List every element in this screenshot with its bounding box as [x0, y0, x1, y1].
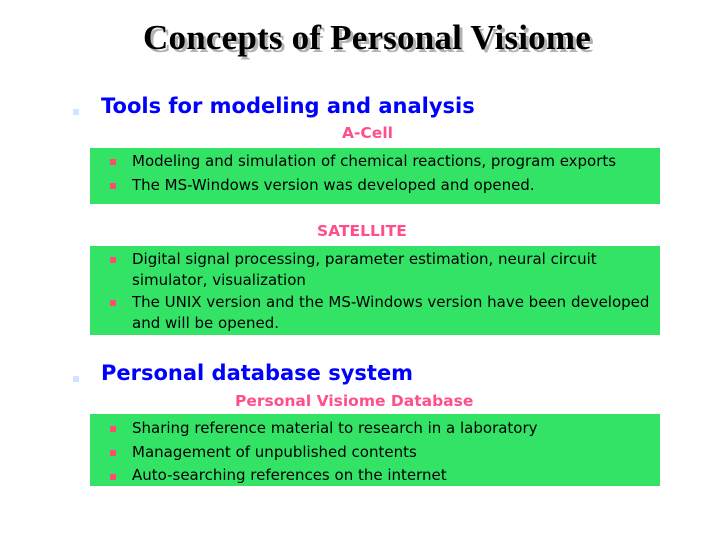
bullet-square-icon [110, 474, 116, 480]
bullet-square-icon [110, 183, 116, 189]
bullet-square-icon [73, 376, 79, 382]
list-item: The UNIX version and the MS-Windows vers… [132, 293, 650, 332]
list-item: Auto-searching references on the interne… [132, 466, 447, 484]
section-heading: Personal database system [101, 361, 414, 385]
bullet-square-icon [110, 159, 116, 165]
slide-title: Concepts of Personal Visiome [143, 18, 591, 57]
bullet-square-icon [73, 109, 79, 115]
group-label-personal-visiome-database: Personal Visiome Database [235, 392, 474, 410]
list-item: Sharing reference material to research i… [132, 419, 538, 437]
group-label-a-cell: A-Cell [342, 124, 393, 142]
bullet-square-icon [110, 257, 116, 263]
list-item: Modeling and simulation of chemical reac… [132, 152, 617, 170]
bullet-square-icon [110, 450, 116, 456]
section-heading: Tools for modeling and analysis [101, 94, 475, 118]
bullet-square-icon [110, 300, 116, 306]
group-label-satellite: SATELLITE [317, 222, 407, 240]
list-item: Management of unpublished contents [132, 443, 417, 461]
list-item: The MS-Windows version was developed and… [132, 176, 535, 194]
list-item: Digital signal processing, parameter est… [132, 250, 597, 289]
bullet-square-icon [110, 426, 116, 432]
